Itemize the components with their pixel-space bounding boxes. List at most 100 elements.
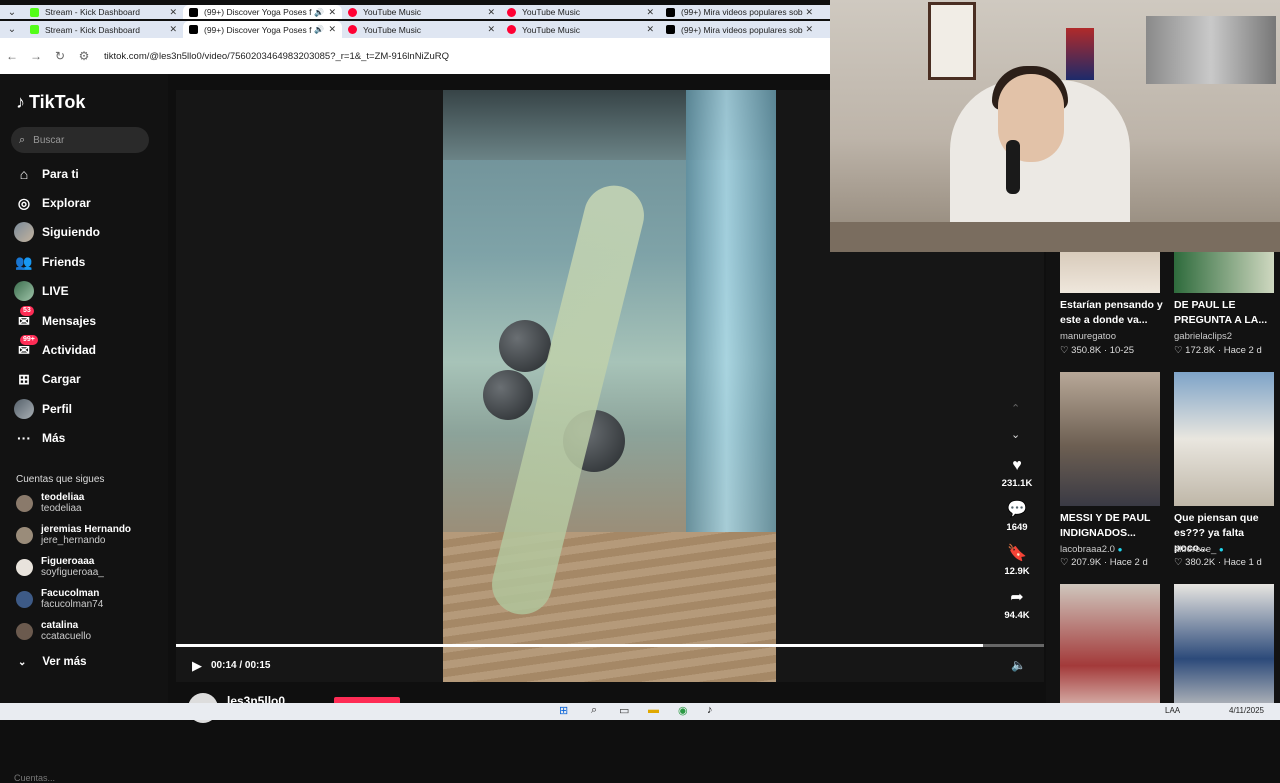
video-thumbnail[interactable] [1060, 372, 1160, 506]
followed-account[interactable]: catalina ccatacuello [16, 620, 91, 643]
video-thumbnail[interactable] [1174, 584, 1274, 720]
bookmark-icon: 🔖 [1007, 545, 1027, 562]
bookmark-button[interactable]: 🔖 12.9K [996, 545, 1038, 577]
playback-time: 00:14 / 00:15 [211, 660, 271, 671]
close-tab-icon[interactable]: ✕ [487, 24, 495, 35]
windows-start-icon[interactable]: ⊞ [559, 704, 568, 717]
video-frame[interactable] [443, 90, 776, 682]
browser-tab[interactable]: YouTube Music ✕ [342, 5, 501, 19]
video-author[interactable]: albereee_ ● [1174, 544, 1224, 555]
tab-list-chevron-icon[interactable]: ⌄ [0, 7, 24, 18]
back-icon[interactable]: ← [0, 49, 24, 63]
speaker-icon[interactable]: 🔊 [314, 8, 324, 17]
browser-tab[interactable]: YouTube Music ✕ [501, 21, 660, 38]
close-tab-icon[interactable]: ✕ [805, 24, 813, 35]
task-view-icon[interactable]: ▭ [619, 704, 629, 717]
compass-icon: ◎ [17, 194, 31, 211]
previous-video-icon[interactable]: ⌃ [1011, 402, 1020, 415]
browser-tab[interactable]: Stream - Kick Dashboard ✕ [24, 21, 183, 38]
video-thumbnail[interactable] [1174, 252, 1274, 293]
comment-icon: 💬 [1007, 501, 1027, 518]
browser-tab[interactable]: (99+) Mira videos populares sob ✕ [660, 5, 819, 19]
avatar [16, 559, 33, 576]
sidebar-item-explorar[interactable]: ◎ Explorar [14, 193, 91, 213]
close-tab-icon[interactable]: ✕ [328, 7, 336, 18]
language-indicator[interactable]: LAA [1165, 706, 1180, 715]
close-tab-icon[interactable]: ✕ [805, 7, 813, 18]
like-button[interactable]: ♥ 231.1K [996, 457, 1038, 489]
next-video-icon[interactable]: ⌄ [1011, 428, 1020, 441]
close-tab-icon[interactable]: ✕ [169, 24, 177, 35]
youtube-music-favicon-icon [507, 7, 516, 17]
play-icon[interactable]: ▶ [192, 658, 202, 674]
search-box[interactable]: ⌕ [11, 127, 149, 153]
followed-account[interactable]: Facucolman facucolman74 [16, 588, 103, 611]
video-author[interactable]: lacobraaa2.0 ● [1060, 544, 1122, 555]
browser-tab[interactable]: YouTube Music ✕ [501, 5, 660, 19]
browser-tab[interactable]: (99+) Discover Yoga Poses f 🔊 ✕ [183, 5, 342, 19]
video-thumbnail[interactable] [1174, 372, 1274, 506]
live-icon [14, 281, 34, 301]
sidebar-item-siguiendo[interactable]: Siguiendo [14, 222, 100, 242]
avatar [16, 495, 33, 512]
followed-account[interactable]: jeremias Hernando jere_hernando [16, 524, 131, 547]
address-bar: ← → ↻ ⚙ tiktok.com/@les3n5llo0/video/756… [0, 38, 830, 74]
site-info-icon[interactable]: ⚙ [72, 49, 96, 63]
volume-icon[interactable]: 🔈 [1011, 658, 1026, 672]
youtube-music-favicon-icon [348, 25, 357, 34]
chrome-icon[interactable]: ◉ [678, 704, 688, 717]
heart-icon: ♥ [1012, 457, 1022, 474]
sidebar-item-perfil[interactable]: Perfil [14, 399, 72, 419]
video-stats: ♡ 380.2K · Hace 1 d [1174, 557, 1262, 568]
close-tab-icon[interactable]: ✕ [646, 7, 654, 18]
reload-icon[interactable]: ↻ [48, 49, 72, 63]
tiktok-logo[interactable]: ♪ TikTok [16, 92, 85, 113]
search-icon[interactable]: ⌕ [591, 704, 597, 717]
browser-tab[interactable]: (99+) Mira videos populares sob ✕ [660, 21, 819, 38]
video-author[interactable]: gabrielaclips2 [1174, 331, 1232, 342]
comment-button[interactable]: 💬 1649 [996, 501, 1038, 533]
tiktok-logo-icon: ♪ [16, 92, 25, 112]
sidebar-item-live[interactable]: LIVE [14, 281, 69, 301]
heart-outline-icon: ♡ [1174, 557, 1186, 568]
browser-tab[interactable]: Stream - Kick Dashboard ✕ [24, 5, 183, 19]
share-button[interactable]: ➦ 94.4K [996, 589, 1038, 621]
video-author[interactable]: manuregatoo [1060, 331, 1116, 342]
video-title[interactable]: MESSI Y DE PAUL INDIGNADOS... [1060, 511, 1166, 541]
sidebar-item-para-ti[interactable]: ⌂ Para ti [14, 164, 79, 184]
tiktok-app-icon[interactable]: ♪ [707, 704, 713, 716]
close-tab-icon[interactable]: ✕ [487, 7, 495, 18]
video-thumbnail[interactable] [1060, 584, 1160, 720]
video-thumbnail[interactable] [1060, 252, 1160, 293]
kick-favicon-icon [30, 25, 39, 34]
video-title[interactable]: Estarían pensando y este a donde va... [1060, 298, 1166, 328]
sidebar-item-mas[interactable]: ··· Más [14, 428, 65, 448]
progress-bar[interactable] [176, 644, 1044, 647]
search-input[interactable] [33, 134, 134, 146]
tab-strip-top: ⌄ Stream - Kick Dashboard ✕ (99+) Discove… [0, 5, 830, 19]
activity-badge: 99+ [20, 335, 38, 345]
sidebar-item-friends[interactable]: 👥 Friends [14, 252, 85, 272]
forward-icon[interactable]: → [24, 49, 48, 63]
close-tab-icon[interactable]: ✕ [646, 24, 654, 35]
avatar [16, 591, 33, 608]
sidebar-item-mensajes[interactable]: ✉ 53 Mensajes [14, 306, 96, 331]
video-title[interactable]: DE PAUL LE PREGUNTA A LA... [1174, 298, 1280, 328]
close-tab-icon[interactable]: ✕ [328, 24, 336, 35]
followed-account[interactable]: teodeliaa teodeliaa [16, 492, 84, 515]
browser-tab[interactable]: (99+) Discover Yoga Poses f 🔊 ✕ [183, 21, 342, 38]
upload-icon: ⊞ [18, 370, 30, 387]
taskbar: ⊞ ⌕ ▭ ▬ ◉ ♪ LAA 4/11/2025 [0, 703, 1280, 720]
clock-date[interactable]: 4/11/2025 [1229, 706, 1264, 715]
close-tab-icon[interactable]: ✕ [169, 7, 177, 18]
url-field[interactable]: tiktok.com/@les3n5llo0/video/75602034649… [104, 51, 449, 62]
browser-tab[interactable]: YouTube Music ✕ [342, 21, 501, 38]
tiktok-favicon-icon [666, 25, 675, 34]
sidebar-item-actividad[interactable]: ✉ 99+ Actividad [14, 335, 96, 360]
file-explorer-icon[interactable]: ▬ [648, 704, 659, 716]
ver-mas-button[interactable]: ⌄ Ver más [18, 656, 87, 668]
tab-list-chevron-icon[interactable]: ⌄ [0, 24, 24, 35]
followed-account[interactable]: Figueroaaa soyfigueroaa_ [16, 556, 104, 579]
sidebar-item-cargar[interactable]: ⊞ Cargar [14, 369, 81, 389]
speaker-icon[interactable]: 🔊 [314, 25, 324, 34]
